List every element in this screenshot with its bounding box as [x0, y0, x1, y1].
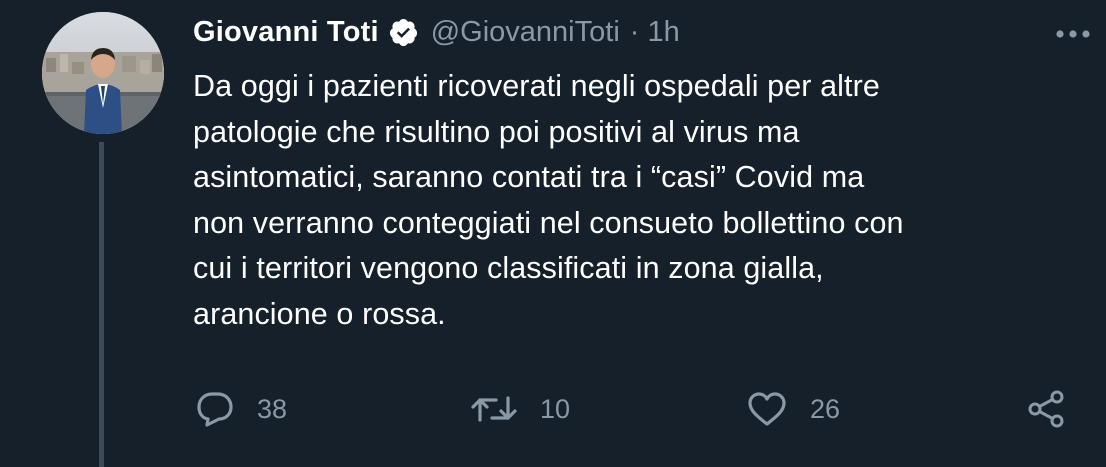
tweet-text-line: patologie che risultino poi positivi al … — [193, 114, 800, 149]
like-count: 26 — [810, 393, 841, 424]
heart-icon — [748, 392, 786, 426]
timestamp[interactable]: 1h — [647, 16, 679, 49]
reply-icon — [197, 392, 233, 427]
avatar[interactable] — [42, 12, 164, 134]
share-button[interactable] — [1025, 388, 1067, 430]
profile-photo — [42, 12, 164, 134]
retweet-icon — [471, 396, 517, 422]
user-handle[interactable]: @GiovanniToti — [431, 16, 620, 49]
display-name[interactable]: Giovanni Toti — [193, 16, 379, 49]
thread-line — [99, 142, 104, 467]
reply-count: 38 — [257, 393, 288, 424]
tweet[interactable]: Giovanni Toti @GiovanniToti · 1h Da oggi… — [0, 0, 1106, 467]
like-button[interactable]: 26 — [746, 388, 840, 430]
retweet-count: 10 — [540, 393, 571, 424]
tweet-text-line: asintomatici, saranno contati tra i “cas… — [193, 160, 865, 194]
tweet-text-line: cui i territori vengono classificati in … — [193, 251, 824, 285]
reply-button[interactable]: 38 — [195, 388, 287, 430]
tweet-text-line: Da oggi i pazienti ricoverati negli ospe… — [193, 69, 880, 103]
tweet-header: Giovanni Toti @GiovanniToti · 1h — [193, 11, 680, 53]
tweet-text-line: non verranno conteggiati nel consueto bo… — [193, 205, 904, 240]
retweet-button[interactable]: 10 — [470, 388, 570, 430]
separator-dot: · — [629, 15, 640, 48]
verified-badge-icon — [388, 17, 419, 48]
tweet-text: Da oggi i pazienti ricoverati negli ospe… — [193, 64, 1073, 337]
tweet-text-line: arancione o rossa. — [193, 296, 446, 331]
share-icon — [1028, 390, 1064, 428]
more-horizontal-icon[interactable] — [1055, 27, 1091, 39]
